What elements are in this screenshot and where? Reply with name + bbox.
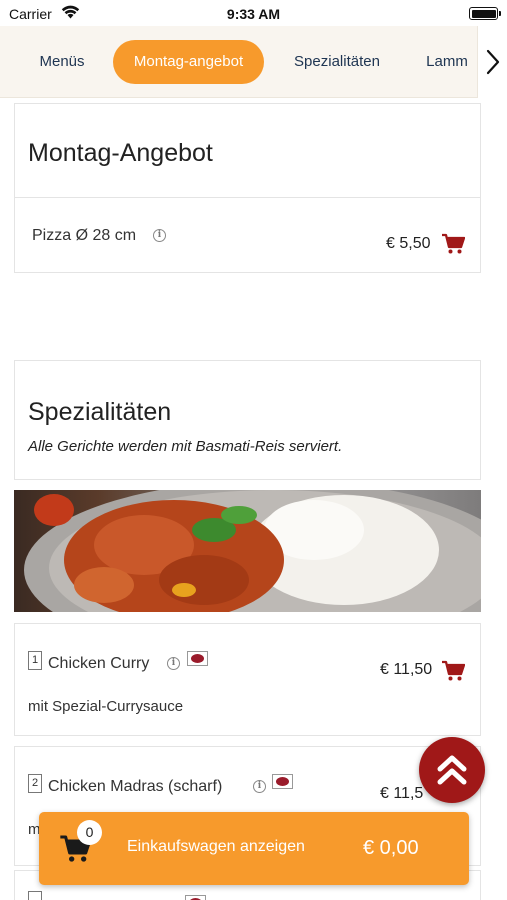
info-icon[interactable]: i <box>167 657 180 670</box>
allergen-flag-icon <box>272 774 293 789</box>
battery-icon <box>469 7 498 20</box>
clock: 9:33 AM <box>0 6 507 22</box>
tab-menus[interactable]: Menüs <box>22 40 102 84</box>
item-name: Chicken Madras (scharf) <box>48 778 222 796</box>
view-cart-button[interactable]: 0 Einkaufswagen anzeigen € 0,00 <box>39 812 469 885</box>
item-description: mit Spezial-Currysauce <box>28 698 183 715</box>
item-number-badge: 2 <box>28 774 42 793</box>
item-price: € 11,5 <box>380 785 423 803</box>
info-icon[interactable]: i <box>253 780 266 793</box>
item-name: Pizza Ø 28 cm <box>32 227 136 245</box>
cart-total: € 0,00 <box>363 837 419 860</box>
item-number-badge <box>28 891 42 900</box>
category-tab-bar: Menüs Montag-angebot Spezialitäten Lamm <box>0 26 507 98</box>
item-price: € 11,50 <box>380 661 432 679</box>
add-to-cart-icon[interactable] <box>441 233 465 255</box>
allergen-flag-icon <box>185 895 206 900</box>
menu-item[interactable]: Pizza Ø 28 cm i € 5,50 <box>14 197 481 273</box>
item-price: € 5,50 <box>386 235 430 253</box>
cart-label: Einkaufswagen anzeigen <box>127 838 305 856</box>
section-title: Spezialitäten <box>28 398 171 427</box>
item-name: Chicken Curry <box>48 655 149 673</box>
item-number-badge: 1 <box>28 651 42 670</box>
menu-item[interactable]: 1 Chicken Curry i € 11,50 mit Spezial-Cu… <box>14 623 481 736</box>
double-chevron-up-icon <box>436 753 468 787</box>
tab-montag-angebot[interactable]: Montag-angebot <box>113 40 264 84</box>
section-food-image <box>14 490 481 612</box>
section-note: Alle Gerichte werden mit Basmati-Reis se… <box>28 438 342 455</box>
section-header-montag-angebot: Montag-Angebot <box>14 103 481 198</box>
tab-lamm[interactable]: Lamm <box>413 40 481 84</box>
add-to-cart-icon[interactable] <box>441 660 465 682</box>
tabs-scroll-right-button[interactable] <box>477 26 507 98</box>
section-title: Montag-Angebot <box>28 139 213 168</box>
cart-count-badge: 0 <box>77 820 102 845</box>
section-header-spezialitaeten: Spezialitäten Alle Gerichte werden mit B… <box>14 360 481 480</box>
scroll-to-top-button[interactable] <box>419 737 485 803</box>
tab-spezialitaeten[interactable]: Spezialitäten <box>276 40 398 84</box>
info-icon[interactable]: i <box>153 229 166 242</box>
allergen-flag-icon <box>187 651 208 666</box>
status-bar: Carrier 9:33 AM <box>0 0 507 26</box>
chevron-right-icon <box>486 49 500 75</box>
